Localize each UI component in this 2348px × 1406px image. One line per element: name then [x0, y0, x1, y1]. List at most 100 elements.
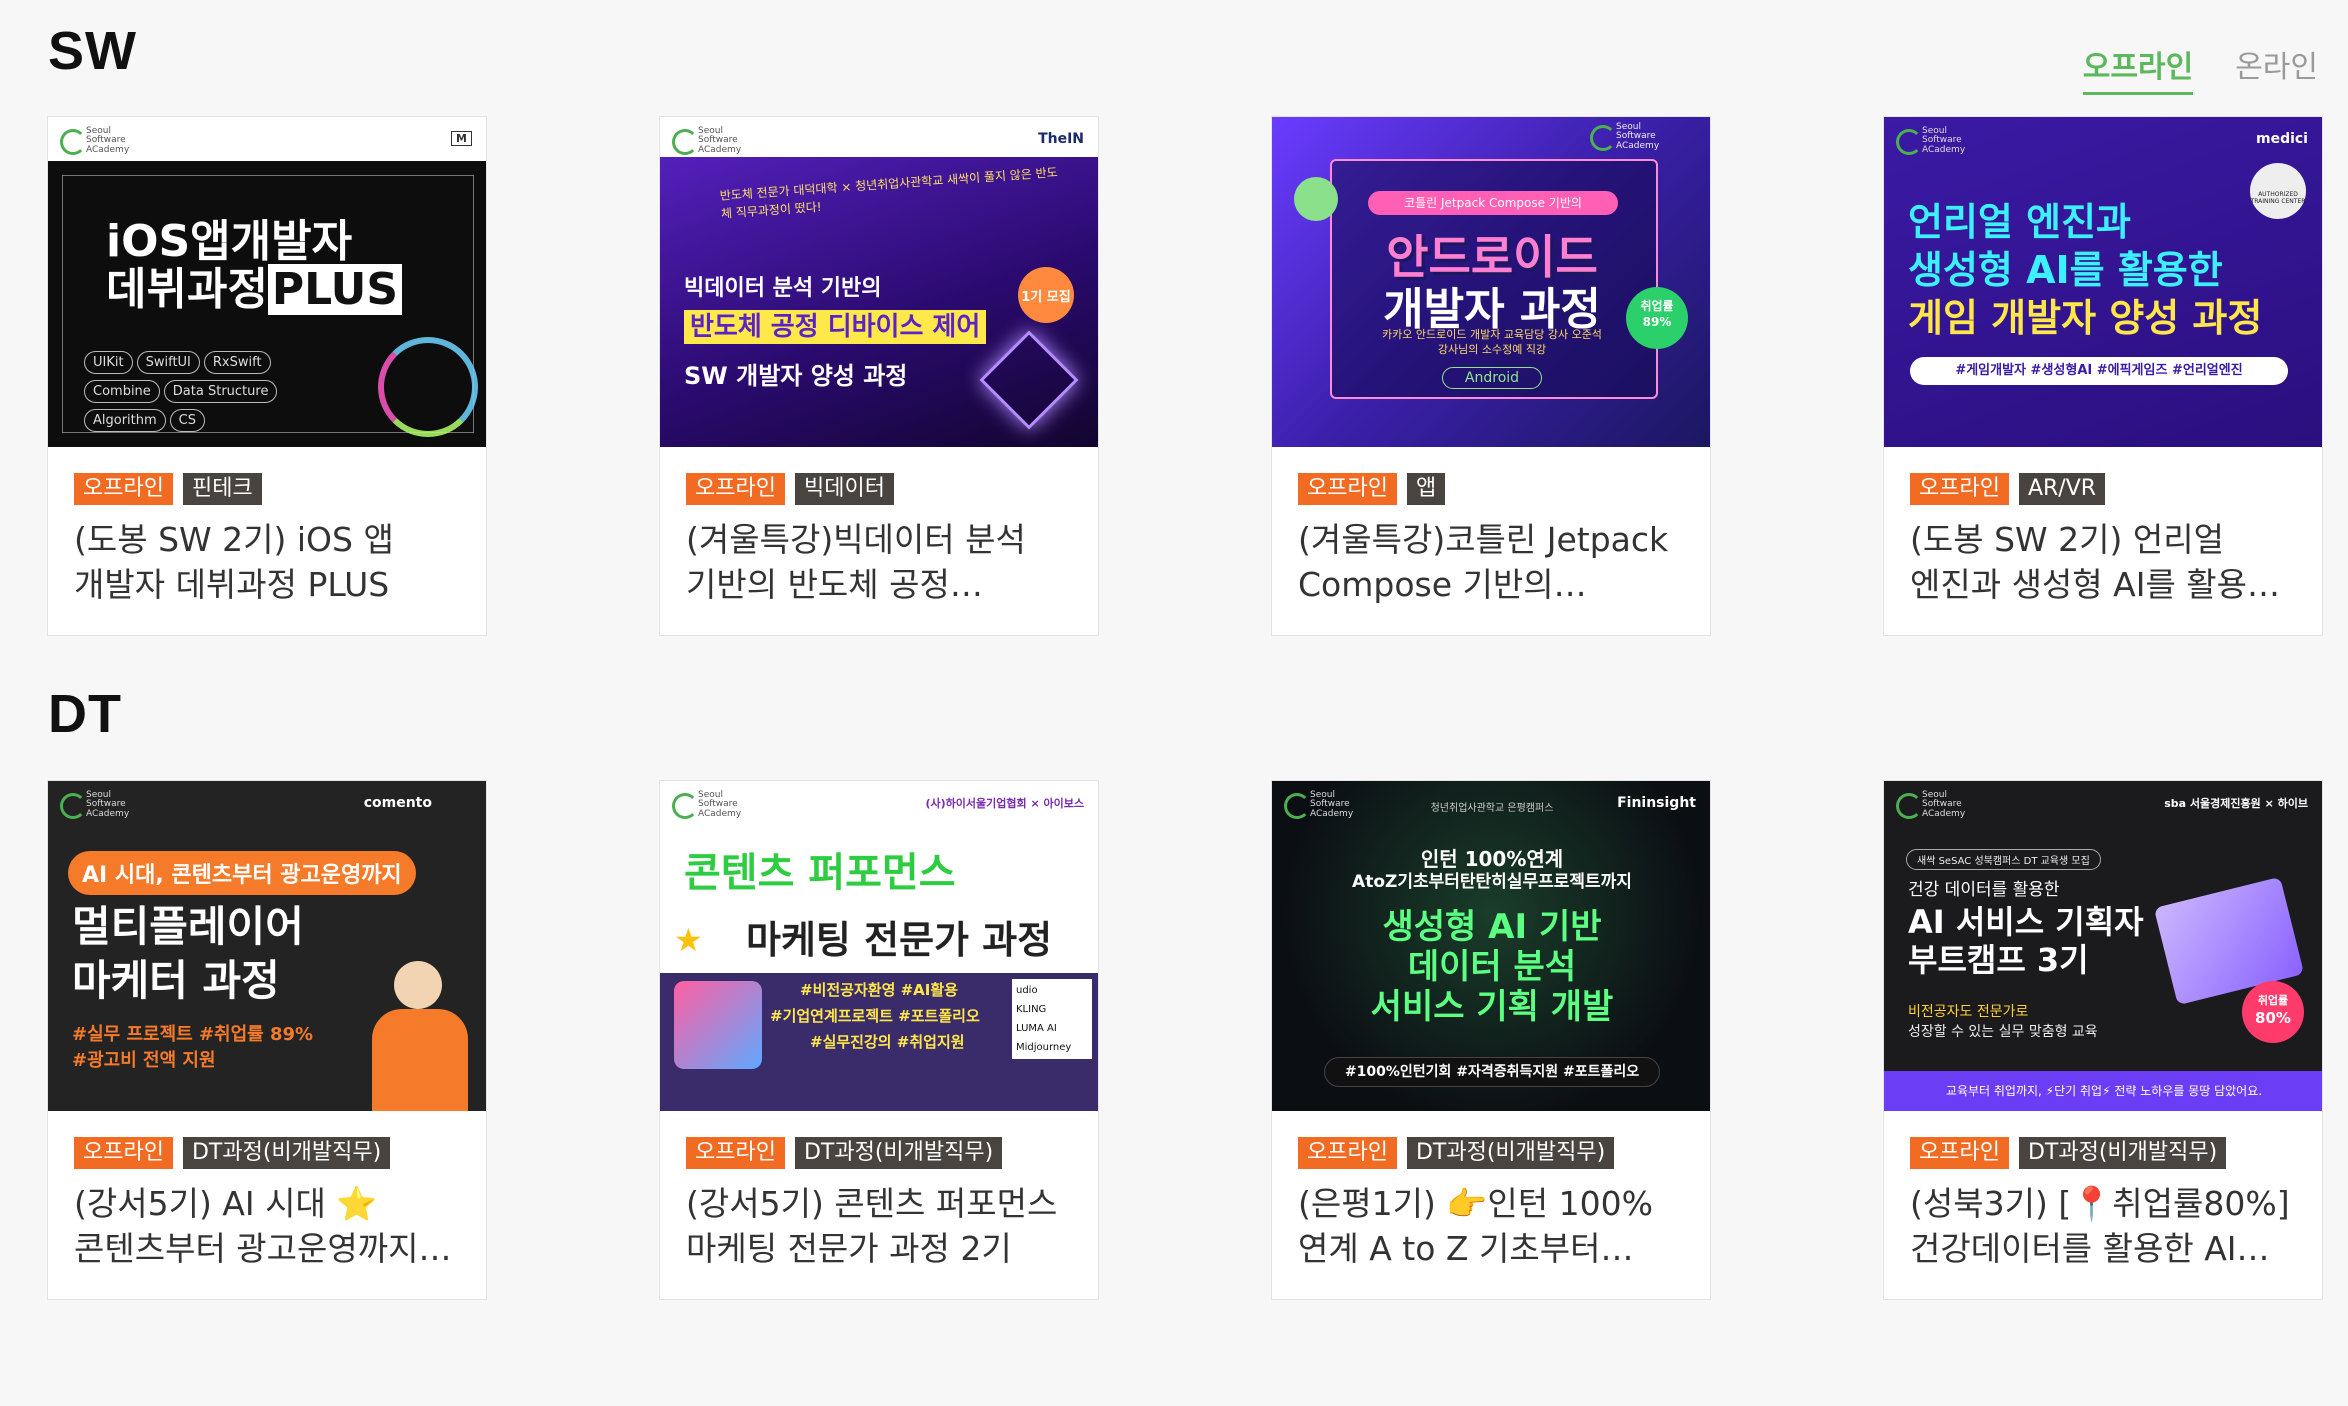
badge-value: 80%: [2255, 1009, 2291, 1028]
tag-category: 앱: [1406, 473, 1446, 506]
tag-mode: 오프라인: [686, 473, 785, 506]
dt-course-row: Seoul Software ACademy comento AI 시대, 콘텐…: [47, 780, 2323, 1300]
sw-course-row: Seoul Software ACademy M iOS앱개발자 데뷔과정PLU…: [47, 116, 2323, 636]
tag-mode: 오프라인: [1910, 1137, 2009, 1170]
tag-category: 빅데이터: [794, 473, 894, 506]
sesac-logo: Seoul Software ACademy: [1896, 126, 1966, 156]
tag-mode: 오프라인: [1910, 473, 2009, 506]
sesac-logo: Seoul Software ACademy: [60, 790, 130, 820]
course-card[interactable]: Seoul Software ACademy comento AI 시대, 콘텐…: [47, 780, 487, 1300]
partner-logo: (사)하이서울기업협회 × 아이보스: [925, 797, 1085, 810]
thumb-hashtag: #비전공자환영 #AI활용: [800, 981, 958, 999]
sesac-logo: Seoul Software ACademy: [1896, 790, 1966, 820]
course-thumbnail: Seoul Software ACademy comento AI 시대, 콘텐…: [48, 781, 486, 1111]
course-card[interactable]: Seoul Software ACademy sba 서울경제진흥원 × 하이브…: [1883, 780, 2323, 1300]
tag-mode: 오프라인: [686, 1137, 785, 1170]
tool-logo: LUMA AI: [1016, 1023, 1057, 1034]
skill-chips: UIKit SwiftUI RxSwift Combine Data Structure…: [84, 351, 344, 438]
mode-tabs: 오프라인 온라인: [2082, 42, 2318, 95]
skill-chip: SwiftUI: [136, 351, 200, 374]
course-card[interactable]: Seoul Software ACademy (사)하이서울기업협회 × 아이보…: [659, 780, 1099, 1300]
partner-logo: TheIN: [1038, 131, 1084, 147]
course-card[interactable]: Seoul Software ACademy 코틀린 Jetpack Compo…: [1271, 116, 1711, 636]
sesac-logo: Seoul Software ACademy: [1590, 122, 1659, 152]
course-card[interactable]: Seoul Software ACademy M iOS앱개발자 데뷔과정PLU…: [47, 116, 487, 636]
partner-logo: Fininsight: [1617, 795, 1696, 811]
course-thumbnail: Seoul Software ACademy M iOS앱개발자 데뷔과정PLU…: [48, 117, 486, 447]
thumb-pill: AI 시대, 콘텐츠부터 광고운영까지: [68, 851, 416, 895]
tag-category: 핀테크: [182, 473, 262, 506]
tag-mode: 오프라인: [1298, 1137, 1397, 1170]
sesac-logo: Seoul Software ACademy: [672, 790, 742, 820]
course-thumbnail: Seoul Software ACademy 코틀린 Jetpack Compo…: [1272, 117, 1710, 447]
course-thumbnail: Seoul Software ACademy TheIN 반도체 전문가 대덕대…: [660, 117, 1098, 447]
tab-offline[interactable]: 오프라인: [2082, 42, 2194, 95]
course-title[interactable]: (강서5기) AI 시대 ⭐ 콘텐츠부터 광고운영까지⭐ 멀티플레이어 마케터 …: [74, 1181, 460, 1271]
partner-logo: sba 서울경제진흥원 × 하이브: [2164, 797, 2308, 810]
tool-logos: udio KLING LUMA AI Midjourney: [1012, 979, 1092, 1059]
badge-label: 취업률: [1640, 299, 1674, 313]
sesac-logo: Seoul Software ACademy: [60, 126, 130, 156]
swirl-graphic: [378, 337, 478, 437]
sesac-logo: Seoul Software ACademy: [672, 126, 742, 156]
partner-logo: comento: [363, 795, 432, 811]
thumb-searchbar: 코틀린 Jetpack Compose 기반의: [1368, 191, 1618, 215]
tool-logo: udio: [1016, 985, 1038, 996]
thumb-headline: 데뷔과정PLUS: [82, 264, 486, 315]
course-thumbnail: Seoul Software ACademy sba 서울경제진흥원 × 하이브…: [1884, 781, 2322, 1111]
tag-category: DT과정(비개발직무): [182, 1137, 391, 1170]
skill-chip: Algorithm: [84, 409, 166, 432]
thumb-sub: 카카오 안드로이드 개발자 교육담당 강사 오준석 강사님의 소수정예 직강: [1382, 328, 1602, 357]
tag-category: AR/VR: [2018, 473, 2106, 506]
thumb-headline: 언리얼 엔진과: [1908, 200, 2131, 244]
course-thumbnail: Seoul Software ACademy (사)하이서울기업협회 × 아이보…: [660, 781, 1098, 1111]
hashtag-pill: #게임개발자 #생성형AI #에픽게임즈 #언리얼엔진: [1910, 357, 2288, 385]
skill-chip: Data Structure: [163, 380, 278, 403]
course-title[interactable]: (도봉 SW 2기) 언리얼 엔진과 생성형 AI를 활용한 게임 개발자 양성…: [1910, 517, 2296, 607]
course-title[interactable]: (은평1기) 👉인턴 100% 연계 A to Z 기초부터 탄탄히 실무 프로…: [1298, 1181, 1684, 1271]
course-title[interactable]: (강서5기) 콘텐츠 퍼포먼스 마케팅 전문가 과정 2기: [686, 1181, 1072, 1271]
thumb-banner: 반도체 전문가 대덕대학 × 청년취업사관학교 새싹이 풀지 않은 반도체 직무…: [719, 165, 1059, 221]
thumb-headline: 게임 개발자 양성 과정: [1908, 296, 2263, 340]
thumb-footer: 교육부터 취업까지, ⚡단기 취업⚡ 전략 노하우를 몽땅 담았어요.: [1884, 1071, 2322, 1111]
app-icons: [674, 981, 762, 1069]
partner-logo: medici: [2255, 131, 2308, 147]
badge-label: 취업률: [2257, 994, 2289, 1007]
tag-mode: 오프라인: [74, 473, 173, 506]
thumb-headline-part: 데뷔과정: [106, 264, 268, 315]
platform-pill: Android: [1442, 367, 1542, 389]
course-thumbnail: Seoul Software ACademy 청년취업사관학교 은평캠퍼스 Fi…: [1272, 781, 1710, 1111]
course-title[interactable]: (겨울특강)빅데이터 분석 기반의 반도체 공정 디바이스 제어 SW 개발자 …: [686, 517, 1072, 607]
course-card[interactable]: Seoul Software ACademy medici AUTHORIZED…: [1883, 116, 2323, 636]
hashtag-pill: #100%인턴기회 #자격증취득지원 #포트폴리오: [1324, 1057, 1660, 1087]
tag-category: DT과정(비개발직무): [1406, 1137, 1615, 1170]
thumb-headline: 콘텐츠 퍼포먼스: [684, 850, 956, 896]
course-title[interactable]: (성북3기) [📍취업률80%] 건강데이터를 활용한 AI 서비스 기획자 부…: [1910, 1181, 2296, 1271]
thumb-headline: 마케팅 전문가 과정: [746, 918, 1053, 962]
course-card[interactable]: Seoul Software ACademy TheIN 반도체 전문가 대덕대…: [659, 116, 1099, 636]
section-title-dt: DT: [48, 684, 122, 744]
course-title[interactable]: (겨울특강)코틀린 Jetpack Compose 기반의 안드로이드 개발자 …: [1298, 517, 1684, 607]
recruit-badge: 1기 모집: [1018, 267, 1074, 323]
skill-chip: Combine: [84, 380, 160, 403]
employment-badge: 취업률 89%: [1626, 287, 1688, 349]
employment-badge: 취업률 80%: [2242, 981, 2304, 1043]
course-title[interactable]: (도봉 SW 2기) iOS 앱 개발자 데뷔과정 PLUS: [74, 517, 460, 607]
thumb-hashtag: #기업연계프로젝트 #포트폴리오: [770, 1007, 980, 1025]
smiley-icon: [1294, 177, 1338, 221]
course-card[interactable]: Seoul Software ACademy 청년취업사관학교 은평캠퍼스 Fi…: [1271, 780, 1711, 1300]
thumb-headline: 생성형 AI를 활용한: [1908, 248, 2223, 292]
thumb-headline: iOS앱개발자: [106, 216, 353, 267]
tag-category: DT과정(비개발직무): [794, 1137, 1003, 1170]
person-illustration: [354, 961, 474, 1111]
thumb-headline: 서비스 기획 개발: [1370, 987, 1614, 1027]
thumb-hashtag: #실무진강의 #취업지원: [810, 1033, 965, 1051]
course-thumbnail: Seoul Software ACademy medici AUTHORIZED…: [1884, 117, 2322, 447]
skill-chip: CS: [169, 409, 206, 432]
partner-logo: M: [451, 131, 472, 146]
badge-value: 89%: [1642, 314, 1672, 329]
chip-graphic: [979, 330, 1079, 430]
tab-online[interactable]: 온라인: [2235, 42, 2318, 95]
section-title-sw: SW: [48, 21, 137, 81]
thumb-pill: 새싹 SeSAC 성북캠퍼스 DT 교육생 모집: [1906, 849, 2101, 870]
